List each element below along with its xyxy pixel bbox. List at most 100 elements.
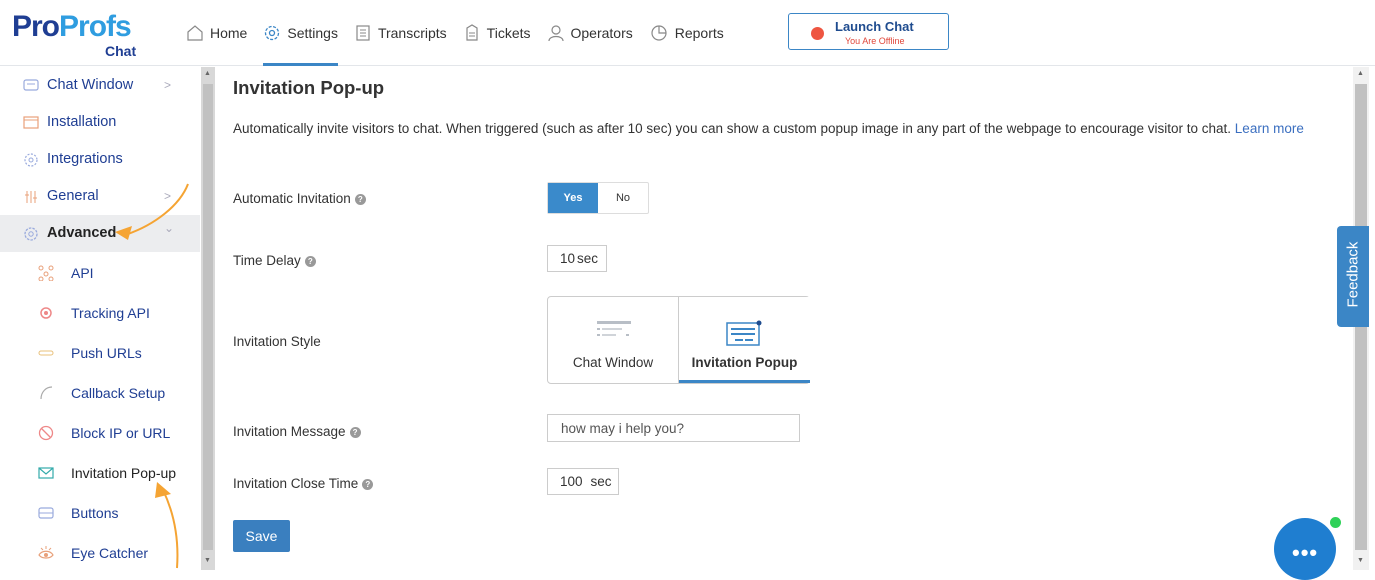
- sidebar-item-general[interactable]: General >: [0, 178, 200, 215]
- chat-window-style-icon: [597, 321, 631, 336]
- help-icon[interactable]: ?: [362, 478, 374, 490]
- field-label: Invitation Message: [233, 424, 346, 439]
- style-option-label: Chat Window: [572, 355, 654, 370]
- help-icon[interactable]: ?: [304, 255, 316, 267]
- chat-window-icon: [23, 79, 39, 91]
- gear-icon: [265, 25, 280, 41]
- invitation-style-selector: Chat Window Invitation Popup: [547, 296, 810, 384]
- page-title: Invitation Pop-up: [233, 77, 385, 98]
- sliders-icon: [25, 191, 37, 203]
- document-icon: [356, 25, 370, 41]
- style-option-label: Invitation Popup: [691, 355, 798, 370]
- sidebar-subitem-block-ip-or-url[interactable]: Block IP or URL: [0, 413, 200, 453]
- field-label: Invitation Close Time: [233, 476, 359, 491]
- sidebar-subitem-api[interactable]: API: [0, 253, 200, 293]
- proprofs-chat-logo[interactable]: ProProfs Chat: [12, 10, 142, 60]
- sidebar-subitem-push-urls[interactable]: Push URLs: [0, 333, 200, 373]
- style-option-invitation-popup[interactable]: Invitation Popup: [678, 297, 810, 383]
- nav-operators[interactable]: Operators: [547, 20, 633, 46]
- invitation-popup-style-icon: [726, 320, 762, 346]
- invitation-message-input[interactable]: [547, 414, 800, 442]
- sidebar-subitem-label: Block IP or URL: [71, 425, 171, 441]
- description-text: Automatically invite visitors to chat. W…: [233, 121, 1232, 136]
- nav-reports-label: Reports: [674, 25, 724, 41]
- sidebar-item-label: Advanced: [47, 225, 117, 241]
- nav-home[interactable]: Home: [186, 20, 247, 46]
- tracking-icon: [40, 307, 52, 319]
- sidebar-subitem-label: Callback Setup: [71, 385, 166, 401]
- feedback-tab[interactable]: Feedback: [1337, 226, 1369, 327]
- sidebar-subitem-eye-catcher[interactable]: Eye Catcher: [0, 533, 200, 573]
- nav-tickets-label: Tickets: [486, 25, 531, 41]
- sidebar-subitem-tracking-api[interactable]: Tracking API: [0, 293, 200, 333]
- field-label: Time Delay: [233, 253, 301, 268]
- nav-tickets[interactable]: Tickets: [463, 20, 531, 46]
- help-icon[interactable]: ?: [354, 193, 366, 205]
- launch-chat-button[interactable]: Launch Chat You Are Offline: [788, 13, 949, 50]
- feedback-label: Feedback: [1344, 241, 1362, 308]
- scroll-down-arrow-icon[interactable]: ▼: [204, 557, 211, 564]
- nav-settings[interactable]: Settings: [263, 20, 338, 66]
- main-nav: Home Settings Transcripts Tickets Operat…: [186, 20, 740, 66]
- sidebar-subitem-label: Buttons: [71, 505, 119, 521]
- chat-bubble-icon: •••: [1292, 540, 1319, 565]
- nav-transcripts-label: Transcripts: [377, 25, 447, 41]
- sidebar-item-chat-window[interactable]: Chat Window >: [0, 67, 200, 104]
- sidebar-item-advanced[interactable]: Advanced ⌄: [0, 215, 200, 252]
- save-button[interactable]: Save: [233, 520, 290, 552]
- settings-sidebar: Chat Window > Installation Integrations …: [0, 67, 201, 570]
- time-delay-input[interactable]: 10 sec: [547, 245, 607, 272]
- gear-icon: [24, 227, 38, 241]
- sidebar-subitem-callback-setup[interactable]: Callback Setup: [0, 373, 200, 413]
- nav-home-label: Home: [210, 25, 248, 41]
- field-label: Automatic Invitation: [233, 191, 351, 206]
- main-content: Invitation Pop-up Automatically invite v…: [215, 67, 1353, 570]
- sidebar-subitem-invitation-popup[interactable]: Invitation Pop-up: [0, 453, 200, 493]
- chevron-right-icon: >: [164, 189, 172, 203]
- nav-reports[interactable]: Reports: [649, 20, 724, 46]
- close-time-input[interactable]: 100 sec: [547, 468, 619, 495]
- nav-settings-label: Settings: [287, 25, 338, 41]
- chevron-right-icon: >: [164, 78, 172, 92]
- integrations-icon: [24, 153, 38, 167]
- learn-more-link[interactable]: Learn more: [1235, 121, 1304, 136]
- pie-chart-icon: [651, 25, 667, 41]
- sidebar-subitem-label: Invitation Pop-up: [71, 465, 177, 481]
- buttons-icon: [38, 507, 54, 519]
- offline-status-text: You Are Offline: [845, 36, 905, 46]
- launch-chat-label: Launch Chat: [835, 19, 914, 34]
- sidebar-subitem-label: Tracking API: [71, 305, 150, 321]
- time-delay-label: Time Delay?: [233, 253, 316, 268]
- top-nav-bar: ProProfs Chat Home Settings Transcripts …: [0, 0, 1375, 66]
- automatic-invitation-toggle[interactable]: Yes No: [547, 182, 649, 214]
- api-icon: [38, 265, 54, 281]
- scroll-up-arrow-icon[interactable]: ▲: [204, 70, 211, 77]
- online-status-dot: [1328, 515, 1343, 530]
- style-option-chat-window[interactable]: Chat Window: [548, 297, 678, 383]
- nav-operators-label: Operators: [570, 25, 633, 41]
- sidebar-item-integrations[interactable]: Integrations: [0, 141, 200, 178]
- automatic-invitation-label: Automatic Invitation?: [233, 191, 366, 206]
- invitation-close-time-label: Invitation Close Time?: [233, 476, 374, 491]
- toggle-no-button[interactable]: No: [598, 183, 648, 213]
- chat-widget-button[interactable]: •••: [1274, 518, 1336, 580]
- ticket-icon: [466, 24, 478, 41]
- scroll-up-arrow-icon[interactable]: ▲: [1357, 70, 1364, 77]
- page-description: Automatically invite visitors to chat. W…: [233, 118, 1338, 139]
- help-icon[interactable]: ?: [349, 426, 361, 438]
- home-icon: [187, 25, 203, 41]
- toggle-yes-button[interactable]: Yes: [548, 183, 598, 213]
- close-time-unit: sec: [590, 474, 612, 489]
- sidebar-item-label: Chat Window: [47, 77, 134, 93]
- offline-status-dot: [811, 27, 824, 40]
- nav-transcripts[interactable]: Transcripts: [354, 20, 447, 46]
- sidebar-scrollbar-thumb[interactable]: [203, 84, 213, 550]
- sidebar-item-label: Installation: [47, 114, 117, 130]
- sidebar-subitem-label: Push URLs: [71, 345, 142, 361]
- invitation-style-label: Invitation Style: [233, 334, 321, 349]
- installation-icon: [23, 116, 39, 129]
- sidebar-item-installation[interactable]: Installation: [0, 104, 200, 141]
- scroll-down-arrow-icon[interactable]: ▼: [1357, 557, 1364, 564]
- time-delay-value: 10: [560, 251, 576, 266]
- sidebar-subitem-buttons[interactable]: Buttons: [0, 493, 200, 533]
